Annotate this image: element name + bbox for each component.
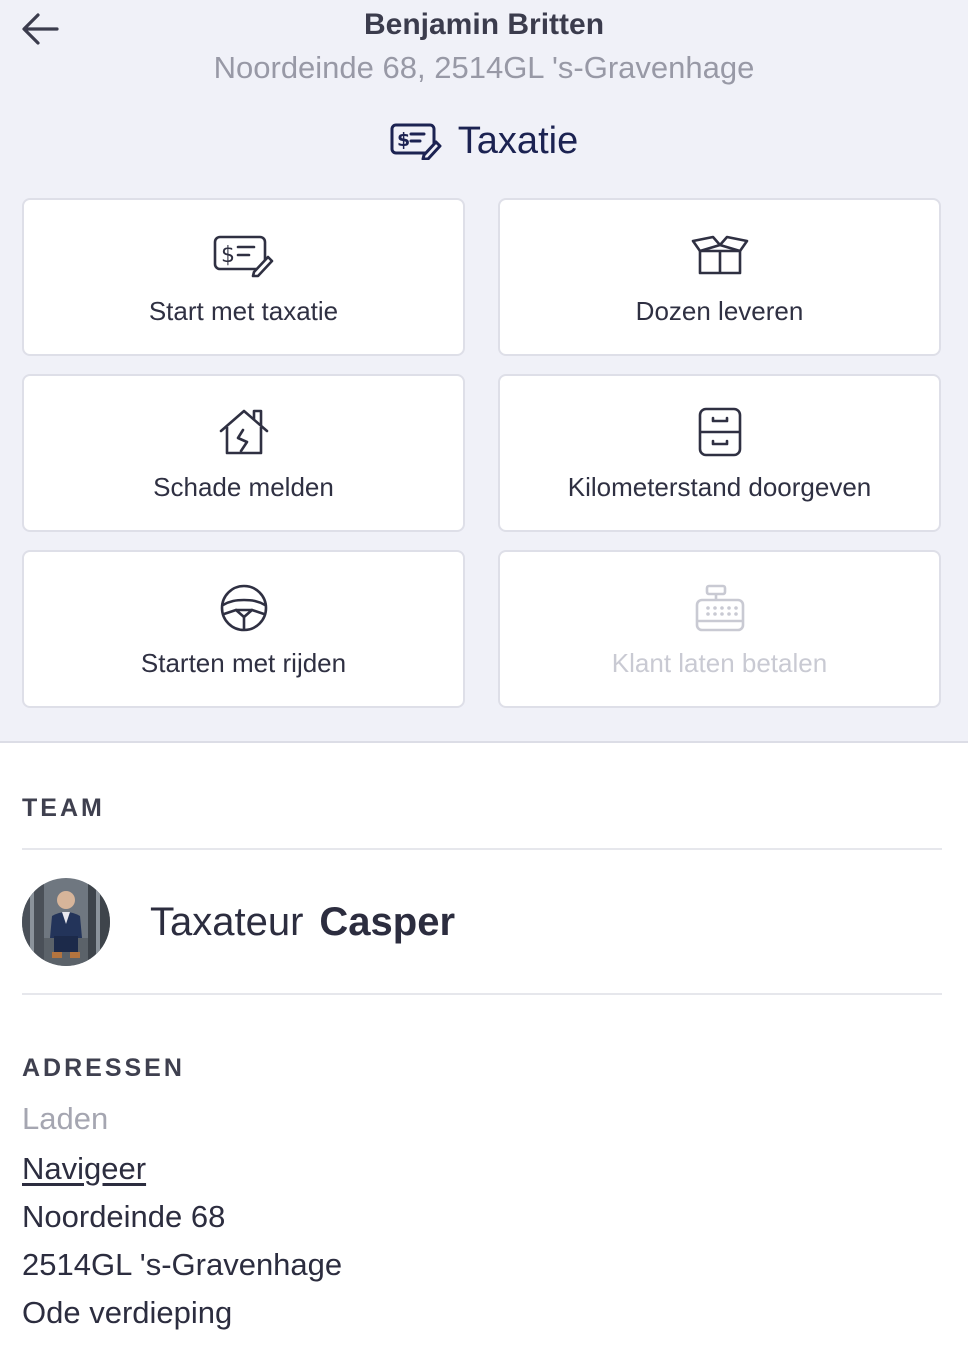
odometer-cabinet-icon	[698, 407, 741, 457]
action-label: Schade melden	[153, 472, 334, 502]
customer-address: Noordeinde 68, 2514GL 's-Gravenhage	[213, 50, 755, 85]
avatar	[22, 878, 110, 966]
broken-house-icon	[219, 409, 268, 455]
customer-name: Benjamin Britten	[363, 8, 605, 41]
team-heading: TEAM	[22, 794, 105, 822]
action-label: Kilometerstand doorgeven	[567, 472, 872, 502]
start-taxatie-button[interactable]: $ Start met taxatie	[22, 198, 465, 356]
divider	[22, 993, 942, 995]
address-city: 2514GL 's-Gravenhage	[22, 1247, 343, 1282]
kilometerstand-button[interactable]: Kilometerstand doorgeven	[498, 374, 941, 532]
address-floor: Ode verdieping	[22, 1295, 233, 1330]
steering-wheel-icon	[220, 584, 267, 632]
navigate-link[interactable]: Navigeer	[22, 1151, 146, 1187]
starten-rijden-button[interactable]: Starten met rijden	[22, 550, 465, 708]
address-street: Noordeinde 68	[22, 1199, 226, 1234]
cash-register-icon	[695, 584, 744, 632]
addresses-heading: ADRESSEN	[22, 1054, 185, 1082]
address-type: Laden	[22, 1101, 109, 1136]
team-member: Taxateur Casper	[150, 899, 455, 945]
avatar-photo	[22, 878, 110, 966]
member-role: Taxateur	[150, 900, 304, 944]
member-name: Casper	[319, 900, 456, 944]
klant-betalen-button[interactable]: Klant laten betalen	[498, 550, 941, 708]
section-title: $ Taxatie	[0, 116, 968, 166]
receipt-pen-icon: $	[213, 235, 273, 278]
action-label: Klant laten betalen	[611, 648, 828, 678]
svg-text:$: $	[397, 129, 410, 151]
dozen-leveren-button[interactable]: Dozen leveren	[498, 198, 941, 356]
open-box-icon	[691, 235, 748, 275]
receipt-pen-icon: $	[390, 123, 442, 160]
divider	[22, 848, 942, 850]
action-label: Starten met rijden	[140, 648, 347, 678]
action-label: Dozen leveren	[635, 296, 804, 326]
section-title-text: Taxatie	[457, 120, 579, 162]
top-area: Benjamin Britten Noordeinde 68, 2514GL '…	[0, 0, 968, 743]
action-label: Start met taxatie	[148, 296, 339, 326]
schade-melden-button[interactable]: Schade melden	[22, 374, 465, 532]
svg-text:$: $	[221, 243, 235, 268]
